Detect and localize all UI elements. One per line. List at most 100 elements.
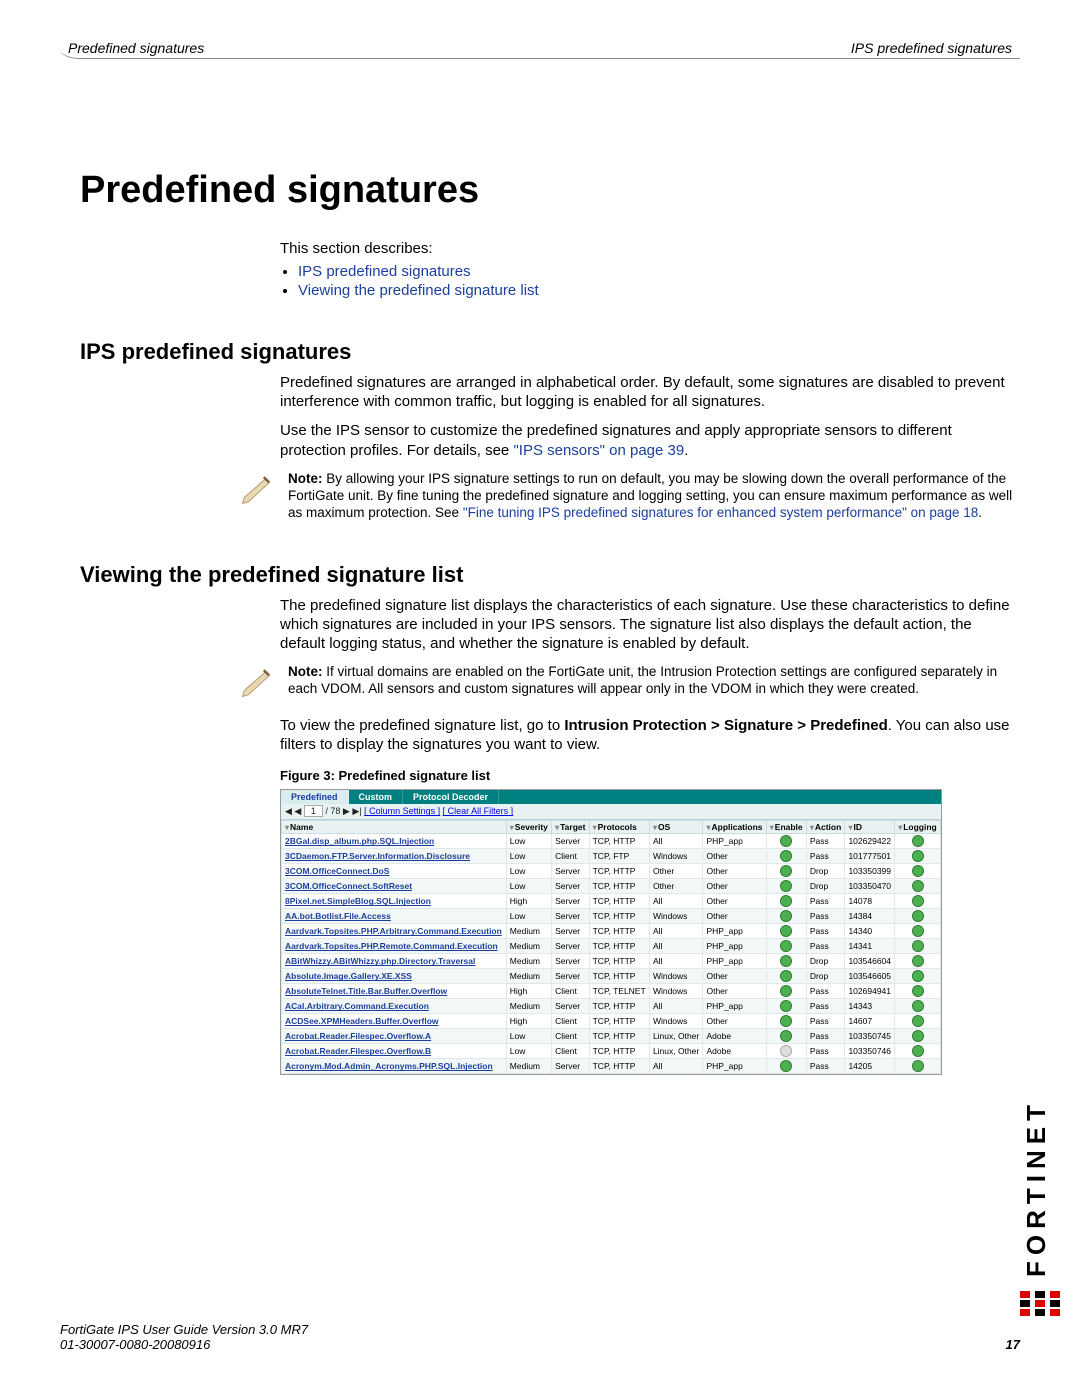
sig-link[interactable]: 3COM.OfficeConnect.DoS xyxy=(285,866,389,876)
intro-lead: This section describes: xyxy=(280,240,1020,257)
sig-link[interactable]: 3COM.OfficeConnect.SoftReset xyxy=(285,881,412,891)
signature-table: NameSeverityTargetProtocolsOSApplication… xyxy=(281,820,941,1074)
logging-icon[interactable] xyxy=(912,1045,924,1057)
enable-icon[interactable] xyxy=(780,865,792,877)
enable-icon[interactable] xyxy=(780,1045,792,1057)
intro-link-2[interactable]: Viewing the predefined signature list xyxy=(298,282,539,299)
sig-link[interactable]: Acrobat.Reader.Filespec.Overflow.B xyxy=(285,1046,431,1056)
enable-icon[interactable] xyxy=(780,955,792,967)
sig-link[interactable]: AbsoluteTelnet.Title.Bar.Buffer.Overflow xyxy=(285,986,447,996)
note2-text: Note: If virtual domains are enabled on … xyxy=(288,663,1020,698)
enable-icon[interactable] xyxy=(780,970,792,982)
col-name[interactable]: Name xyxy=(282,821,507,834)
enable-icon[interactable] xyxy=(780,1000,792,1012)
col-severity[interactable]: Severity xyxy=(506,821,551,834)
table-row: 3CDaemon.FTP.Server.Information.Disclosu… xyxy=(282,849,941,864)
table-row: 3COM.OfficeConnect.SoftResetLowServerTCP… xyxy=(282,879,941,894)
sec1-p2: Use the IPS sensor to customize the pred… xyxy=(280,421,1020,459)
clear-filters-link[interactable]: [ Clear All Filters ] xyxy=(443,806,514,816)
footer-left: FortiGate IPS User Guide Version 3.0 MR7… xyxy=(60,1322,308,1352)
figure-toolbar: ◀ ◀ 1 / 78 ▶ ▶| [ Column Settings ] [ Cl… xyxy=(281,804,941,820)
enable-icon[interactable] xyxy=(780,925,792,937)
table-row: ACal.Arbitrary.Command.ExecutionMediumSe… xyxy=(282,999,941,1014)
enable-icon[interactable] xyxy=(780,940,792,952)
logging-icon[interactable] xyxy=(912,835,924,847)
logging-icon[interactable] xyxy=(912,910,924,922)
section1-body: Predefined signatures are arranged in al… xyxy=(280,373,1020,460)
table-row: Aardvark.Topsites.PHP.Remote.Command.Exe… xyxy=(282,939,941,954)
sig-link[interactable]: 2BGal.disp_album.php.SQL.Injection xyxy=(285,836,434,846)
logging-icon[interactable] xyxy=(912,895,924,907)
sig-link[interactable]: ABitWhizzy.ABitWhizzy.php.Directory.Trav… xyxy=(285,956,475,966)
enable-icon[interactable] xyxy=(780,1060,792,1072)
enable-icon[interactable] xyxy=(780,880,792,892)
figure-caption: Figure 3: Predefined signature list xyxy=(280,768,1020,783)
sig-link[interactable]: ACDSee.XPMHeaders.Buffer.Overflow xyxy=(285,1016,439,1026)
enable-icon[interactable] xyxy=(780,850,792,862)
tab-predefined[interactable]: Predefined xyxy=(281,790,349,804)
header-left: Predefined signatures xyxy=(64,40,208,56)
logging-icon[interactable] xyxy=(912,985,924,997)
logging-icon[interactable] xyxy=(912,925,924,937)
note1-link[interactable]: "Fine tuning IPS predefined signatures f… xyxy=(463,505,978,520)
table-row: 2BGal.disp_album.php.SQL.InjectionLowSer… xyxy=(282,834,941,849)
section2-body2: To view the predefined signature list, g… xyxy=(280,716,1020,754)
intro-list: IPS predefined signatures Viewing the pr… xyxy=(280,263,1020,299)
logging-icon[interactable] xyxy=(912,940,924,952)
column-settings-link[interactable]: [ Column Settings ] xyxy=(364,806,440,816)
intro-link-1[interactable]: IPS predefined signatures xyxy=(298,263,471,280)
sig-link[interactable]: Acronym.Mod.Admin_Acronyms.PHP.SQL.Injec… xyxy=(285,1061,493,1071)
logging-icon[interactable] xyxy=(912,880,924,892)
enable-icon[interactable] xyxy=(780,985,792,997)
sig-link[interactable]: ACal.Arbitrary.Command.Execution xyxy=(285,1001,429,1011)
logging-icon[interactable] xyxy=(912,970,924,982)
sig-link[interactable]: Aardvark.Topsites.PHP.Arbitrary.Command.… xyxy=(285,926,502,936)
brand-logo-icon xyxy=(1020,1287,1060,1317)
col-id[interactable]: ID xyxy=(845,821,895,834)
sec1-link[interactable]: "IPS sensors" on page 39 xyxy=(513,442,684,459)
table-row: AbsoluteTelnet.Title.Bar.Buffer.Overflow… xyxy=(282,984,941,999)
enable-icon[interactable] xyxy=(780,1030,792,1042)
sig-link[interactable]: Absolute.Image.Gallery.XE.XSS xyxy=(285,971,412,981)
col-logging[interactable]: Logging xyxy=(895,821,941,834)
sec2-p1: The predefined signature list displays t… xyxy=(280,596,1020,654)
sig-link[interactable]: AA.bot.Botlist.File.Access xyxy=(285,911,391,921)
logging-icon[interactable] xyxy=(912,865,924,877)
enable-icon[interactable] xyxy=(780,835,792,847)
sig-link[interactable]: 3CDaemon.FTP.Server.Information.Disclosu… xyxy=(285,851,470,861)
logging-icon[interactable] xyxy=(912,1060,924,1072)
sig-link[interactable]: 8Pixel.net.SimpleBlog.SQL.Injection xyxy=(285,896,431,906)
brand-logo-text: FORTINET xyxy=(1021,1099,1052,1277)
table-row: Acrobat.Reader.Filespec.Overflow.ALowCli… xyxy=(282,1029,941,1044)
enable-icon[interactable] xyxy=(780,895,792,907)
sig-link[interactable]: Aardvark.Topsites.PHP.Remote.Command.Exe… xyxy=(285,941,498,951)
col-target[interactable]: Target xyxy=(552,821,590,834)
logging-icon[interactable] xyxy=(912,1030,924,1042)
table-row: Absolute.Image.Gallery.XE.XSSMediumServe… xyxy=(282,969,941,984)
figure-tabs: Predefined Custom Protocol Decoder xyxy=(281,790,941,804)
logging-icon[interactable] xyxy=(912,955,924,967)
logging-icon[interactable] xyxy=(912,1015,924,1027)
logging-icon[interactable] xyxy=(912,1000,924,1012)
note1: Note: By allowing your IPS signature set… xyxy=(240,470,1020,522)
table-row: AA.bot.Botlist.File.AccessLowServerTCP, … xyxy=(282,909,941,924)
sig-link[interactable]: Acrobat.Reader.Filespec.Overflow.A xyxy=(285,1031,431,1041)
table-row: ABitWhizzy.ABitWhizzy.php.Directory.Trav… xyxy=(282,954,941,969)
header-right: IPS predefined signatures xyxy=(847,40,1016,56)
page-title: Predefined signatures xyxy=(80,169,1020,212)
sec1-p1: Predefined signatures are arranged in al… xyxy=(280,373,1020,411)
tab-custom[interactable]: Custom xyxy=(349,790,404,804)
enable-icon[interactable] xyxy=(780,910,792,922)
col-os[interactable]: OS xyxy=(649,821,703,834)
col-applications[interactable]: Applications xyxy=(703,821,766,834)
table-row: Acrobat.Reader.Filespec.Overflow.BLowCli… xyxy=(282,1044,941,1059)
page-footer: FortiGate IPS User Guide Version 3.0 MR7… xyxy=(60,1322,1020,1352)
logging-icon[interactable] xyxy=(912,850,924,862)
col-action[interactable]: Action xyxy=(806,821,845,834)
tab-protocol-decoder[interactable]: Protocol Decoder xyxy=(403,790,499,804)
signature-list-figure: Predefined Custom Protocol Decoder ◀ ◀ 1… xyxy=(280,789,942,1075)
col-enable[interactable]: Enable xyxy=(766,821,806,834)
col-protocols[interactable]: Protocols xyxy=(589,821,649,834)
enable-icon[interactable] xyxy=(780,1015,792,1027)
note-icon xyxy=(240,663,274,704)
